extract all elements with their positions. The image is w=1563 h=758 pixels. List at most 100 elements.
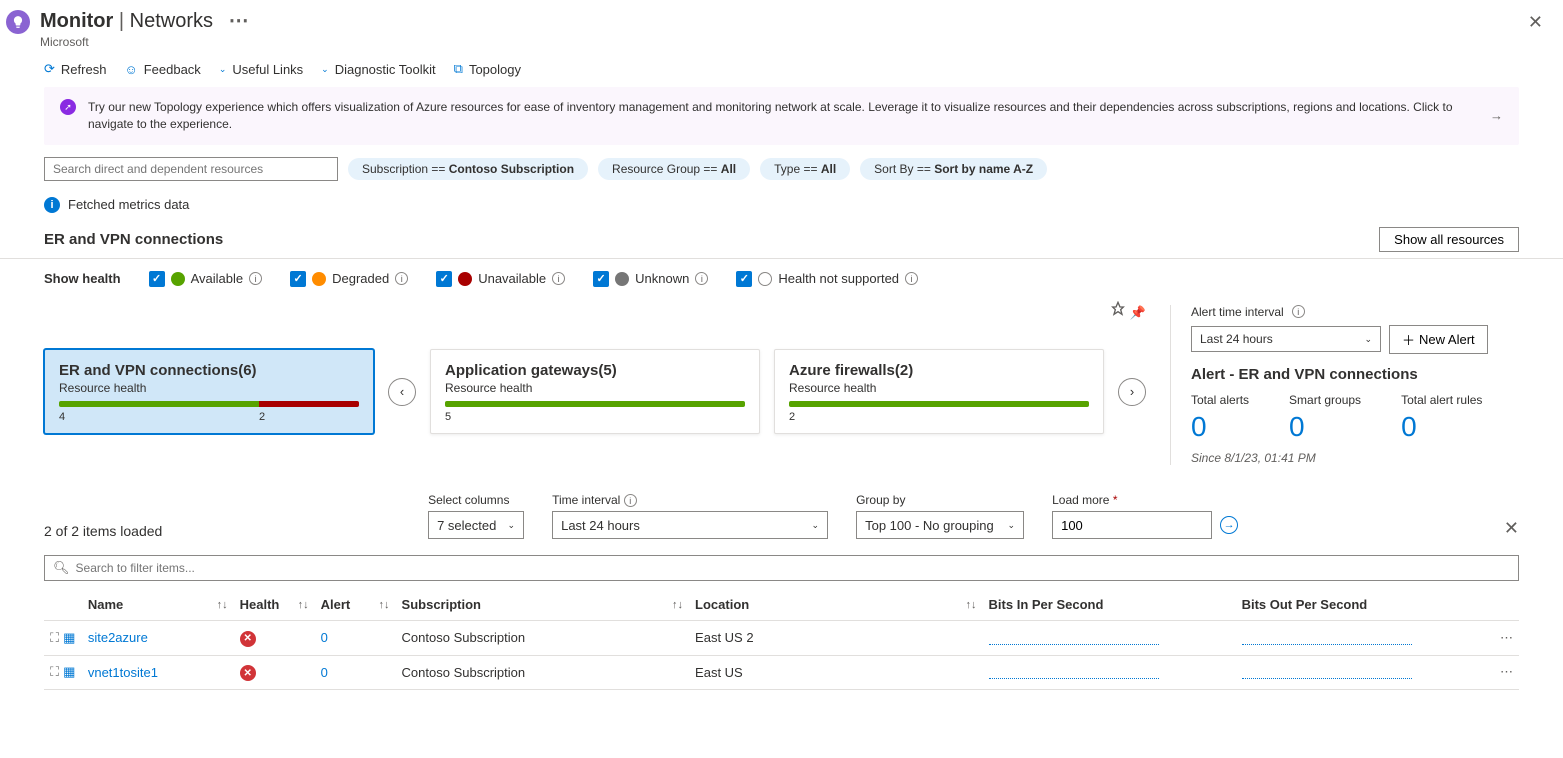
topology-banner[interactable]: Try our new Topology experience which of… (44, 87, 1519, 145)
refresh-button[interactable]: ⟳Refresh (44, 61, 106, 77)
table-row: ⛶▦ site2azure ✕ 0 Contoso Subscription E… (44, 621, 1519, 656)
search-resources-input[interactable] (44, 157, 338, 181)
banner-text: Try our new Topology experience which of… (88, 99, 1478, 133)
col-alert[interactable]: Alert (321, 597, 351, 612)
bits-in-sparkline (989, 665, 1159, 679)
unavailable-dot-icon (458, 272, 472, 286)
load-more-submit-icon[interactable]: → (1220, 516, 1238, 534)
card-subtitle: Resource health (445, 381, 745, 395)
bits-out-sparkline (1242, 631, 1412, 645)
sort-filter-pill[interactable]: Sort By == Sort by name A-Z (860, 158, 1047, 180)
col-health[interactable]: Health (240, 597, 280, 612)
metric-value[interactable]: 0 (1191, 411, 1249, 443)
unknown-dot-icon (615, 272, 629, 286)
col-bits-out[interactable]: Bits Out Per Second (1242, 597, 1368, 612)
vnet-icon: ▦ (63, 664, 75, 680)
info-icon[interactable]: i (1292, 305, 1305, 318)
info-icon[interactable]: i (395, 272, 408, 285)
plus-icon: ＋ (1402, 330, 1415, 349)
health-unavailable-checkbox[interactable]: Unavailablei (436, 271, 565, 287)
connection-icon: ⛶ (50, 630, 59, 646)
useful-links-button[interactable]: ⌄Useful Links (219, 62, 303, 77)
arrow-right-icon[interactable]: → (1490, 108, 1503, 123)
health-available-checkbox[interactable]: Availablei (149, 271, 263, 287)
card-subtitle: Resource health (59, 381, 359, 395)
time-interval-dropdown[interactable]: Last 24 hours⌄ (552, 511, 828, 539)
pin-icon[interactable]: 📌 (1110, 301, 1146, 321)
resource-link[interactable]: vnet1tosite1 (88, 665, 158, 680)
feedback-button[interactable]: ☺Feedback (124, 62, 200, 77)
resource-card[interactable]: Application gateways(5)Resource health5 (430, 349, 760, 434)
health-bar (445, 401, 745, 407)
available-dot-icon (171, 272, 185, 286)
announcement-icon (60, 99, 76, 115)
show-health-label: Show health (44, 271, 121, 286)
health-unknown-checkbox[interactable]: Unknowni (593, 271, 708, 287)
alert-count-link[interactable]: 0 (321, 665, 328, 680)
carousel-next-button[interactable]: › (1118, 378, 1146, 406)
info-icon[interactable]: i (905, 272, 918, 285)
metric-label: Smart groups (1289, 393, 1361, 407)
group-by-dropdown[interactable]: Top 100 - No grouping⌄ (856, 511, 1024, 539)
more-actions-icon[interactable]: ⋯ (229, 10, 249, 32)
connection-icon: ⛶ (50, 664, 59, 680)
topology-button[interactable]: ⧉Topology (454, 61, 521, 77)
info-icon[interactable]: i (249, 272, 262, 285)
chevron-down-icon: ⌄ (321, 64, 329, 75)
col-name[interactable]: Name (88, 597, 123, 612)
alert-interval-label: Alert time interval (1191, 305, 1284, 319)
sort-icon[interactable]: ↑↓ (217, 599, 228, 611)
info-icon[interactable]: i (552, 272, 565, 285)
diagnostic-toolkit-button[interactable]: ⌄Diagnostic Toolkit (321, 62, 435, 77)
new-alert-button[interactable]: ＋New Alert (1389, 325, 1488, 354)
row-more-icon[interactable]: ⋯ (1489, 621, 1519, 656)
resource-card[interactable]: Azure firewalls(2) Resource health 2 (774, 349, 1104, 434)
resource-link[interactable]: site2azure (88, 630, 148, 645)
feedback-icon: ☺ (124, 62, 137, 77)
card-title: Azure firewalls(2) (789, 362, 1089, 379)
resource-card[interactable]: ER and VPN connections(6)Resource health… (44, 349, 374, 434)
health-error-icon: ✕ (240, 631, 256, 647)
row-more-icon[interactable]: ⋯ (1489, 655, 1519, 690)
table-row: ⛶▦ vnet1tosite1 ✕ 0 Contoso Subscription… (44, 655, 1519, 690)
filter-items-input[interactable] (76, 561, 1510, 575)
health-bar (789, 401, 1089, 407)
show-all-resources-button[interactable]: Show all resources (1379, 227, 1519, 252)
type-filter-pill[interactable]: Type == All (760, 158, 850, 180)
search-icon: 🔍︎ (53, 560, 70, 576)
load-more-input[interactable] (1052, 511, 1212, 539)
alert-interval-select[interactable]: Last 24 hours⌄ (1191, 326, 1381, 352)
col-subscription[interactable]: Subscription (402, 597, 481, 612)
bits-out-sparkline (1242, 665, 1412, 679)
section-title: ER and VPN connections (44, 231, 223, 248)
info-icon[interactable]: i (695, 272, 708, 285)
card-subtitle: Resource health (789, 381, 1089, 395)
health-unsupported-checkbox[interactable]: Health not supportedi (736, 271, 918, 287)
metric-value[interactable]: 0 (1289, 411, 1361, 443)
metric-value[interactable]: 0 (1401, 411, 1482, 443)
close-table-icon[interactable]: ✕ (1504, 518, 1519, 539)
topology-icon: ⧉ (454, 61, 463, 77)
sort-icon[interactable]: ↑↓ (379, 599, 390, 611)
col-location[interactable]: Location (695, 597, 749, 612)
subscription-filter-pill[interactable]: Subscription == Contoso Subscription (348, 158, 588, 180)
close-icon[interactable]: ✕ (1524, 8, 1547, 37)
health-bar-labels: 2 (789, 411, 1089, 423)
location-cell: East US 2 (689, 621, 983, 656)
health-degraded-checkbox[interactable]: Degradedi (290, 271, 408, 287)
subscription-cell: Contoso Subscription (396, 655, 690, 690)
select-columns-dropdown[interactable]: 7 selected⌄ (428, 511, 524, 539)
sort-icon[interactable]: ↑↓ (966, 599, 977, 611)
resource-group-filter-pill[interactable]: Resource Group == All (598, 158, 750, 180)
carousel-prev-button[interactable]: ‹ (388, 378, 416, 406)
sort-icon[interactable]: ↑↓ (672, 599, 683, 611)
degraded-dot-icon (312, 272, 326, 286)
col-bits-in[interactable]: Bits In Per Second (989, 597, 1104, 612)
chevron-right-icon: › (1130, 384, 1134, 399)
sort-icon[interactable]: ↑↓ (298, 599, 309, 611)
metric-label: Total alerts (1191, 393, 1249, 407)
chevron-down-icon: ⌄ (812, 520, 820, 531)
alert-count-link[interactable]: 0 (321, 630, 328, 645)
refresh-icon: ⟳ (44, 61, 55, 77)
info-icon[interactable]: i (624, 494, 637, 507)
